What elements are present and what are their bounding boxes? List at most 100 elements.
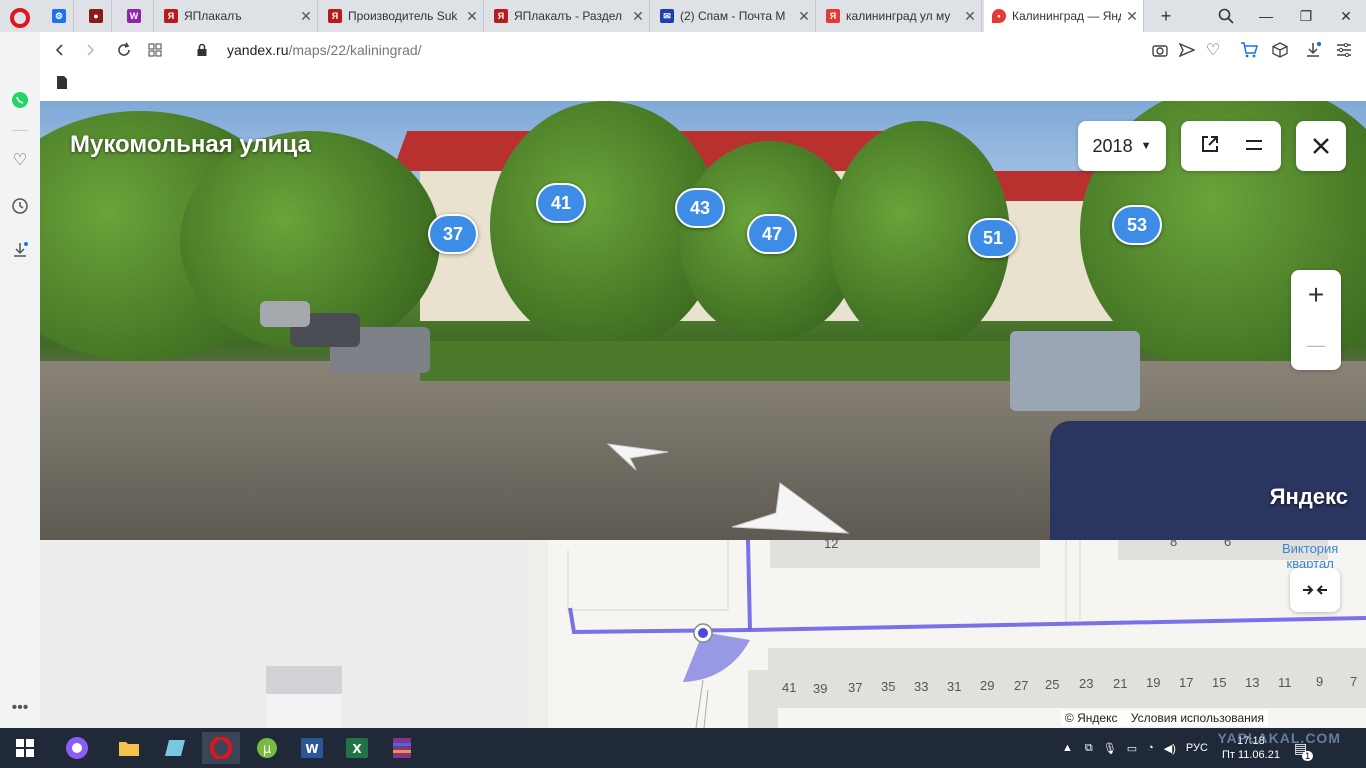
lock-icon[interactable]: [190, 38, 214, 62]
map-house-number: 41: [782, 680, 797, 695]
tray-expand-icon[interactable]: ▲: [1062, 742, 1073, 754]
tab-yandex-maps-active[interactable]: • Калининград — Янд ✕: [984, 0, 1144, 32]
nav-arrow-forward-icon[interactable]: [730, 481, 850, 540]
tray-app-icon[interactable]: ⧉: [1085, 742, 1093, 755]
windows-start-icon[interactable]: [6, 732, 44, 764]
file-explorer-icon[interactable]: [110, 732, 148, 764]
tab-pinned-2[interactable]: ●: [80, 0, 112, 32]
map-house-number: 8: [1170, 540, 1178, 549]
house-number-marker[interactable]: 47: [747, 214, 797, 254]
tab-mail[interactable]: ✉ (2) Спам - Почта М ✕: [652, 0, 816, 32]
tab-yandex-search[interactable]: Я калининград ул му ✕: [818, 0, 982, 32]
tab-title: Производитель Suk: [348, 9, 458, 23]
map-house-number: 17: [1179, 675, 1194, 690]
close-window-button[interactable]: ✕: [1326, 0, 1366, 32]
battery-icon[interactable]: ▭: [1127, 742, 1137, 755]
map-house-number: 37: [848, 680, 863, 695]
map-view[interactable]: 12 8 6 Виктория квартал 41 39 37 35 33 3…: [528, 540, 1366, 728]
word-icon[interactable]: W: [293, 732, 331, 764]
extension-cube-icon[interactable]: [1268, 38, 1292, 62]
placeholder-block: [266, 666, 342, 694]
district-label-line1: Виктория: [1282, 541, 1339, 556]
map-house-number: 39: [813, 681, 828, 696]
map-pin-icon: •: [992, 9, 1006, 23]
url-field[interactable]: yandex.ru/maps/22/kaliningrad/: [227, 42, 422, 58]
house-number-marker[interactable]: 41: [536, 183, 586, 223]
close-tab-icon[interactable]: ✕: [1121, 8, 1143, 25]
house-number-marker[interactable]: 51: [968, 218, 1018, 258]
volume-icon[interactable]: ◀): [1164, 742, 1176, 755]
whatsapp-icon[interactable]: [8, 88, 32, 112]
map-house-number: 19: [1146, 675, 1161, 690]
open-external-icon[interactable]: [1200, 134, 1220, 159]
zoom-control: + —: [1291, 270, 1341, 370]
svg-text:X: X: [352, 742, 362, 756]
address-bar: yandex.ru/maps/22/kaliningrad/ ♡: [40, 32, 1366, 68]
download-icon[interactable]: [1301, 38, 1325, 62]
search-tabs-icon[interactable]: [1206, 0, 1246, 32]
house-number-marker[interactable]: 37: [428, 214, 478, 254]
terms-link[interactable]: Условия использования: [1131, 711, 1264, 725]
map-side-panel: [40, 540, 528, 728]
easy-setup-icon[interactable]: [1332, 38, 1356, 62]
excel-icon[interactable]: X: [338, 732, 376, 764]
map-house-number: 25: [1045, 677, 1060, 692]
zoom-out-button[interactable]: —: [1307, 320, 1325, 370]
tab-yaplakal-1[interactable]: Я ЯПлакалъ ✕: [156, 0, 318, 32]
site-watermark: YAPLAKAL.COM: [1217, 730, 1341, 746]
reload-icon[interactable]: [112, 38, 136, 62]
menu-icon[interactable]: [1246, 137, 1262, 155]
close-tab-icon[interactable]: ✕: [793, 8, 815, 25]
house-number-marker[interactable]: 53: [1112, 205, 1162, 245]
opera-logo-icon[interactable]: [10, 8, 30, 28]
district-label[interactable]: Виктория квартал: [1282, 541, 1338, 571]
close-tab-icon[interactable]: ✕: [461, 8, 483, 25]
back-icon[interactable]: [48, 38, 72, 62]
close-tab-icon[interactable]: ✕: [959, 8, 981, 25]
alice-assistant-icon[interactable]: [58, 732, 96, 764]
collapse-panorama-button[interactable]: [1290, 568, 1340, 612]
close-tab-icon[interactable]: ✕: [295, 8, 317, 25]
yandex-logo: Яндекс: [1269, 484, 1348, 509]
microphone-icon[interactable]: 🎙: [1103, 742, 1117, 755]
tab-title: ЯПлакалъ: [184, 9, 242, 23]
browser-sidebar: ♡ •••: [0, 32, 40, 728]
shopping-cart-icon[interactable]: [1237, 38, 1261, 62]
bookmark-heart-icon[interactable]: ♡: [1201, 38, 1225, 62]
street-view-panorama[interactable]: Мукомольная улица 37 41 43 47 51 53 2018…: [40, 101, 1366, 540]
downloads-icon[interactable]: [8, 238, 32, 262]
parked-car: [1010, 331, 1140, 411]
tab-pinned-1[interactable]: ⚙: [44, 0, 74, 32]
maximize-button[interactable]: ❐: [1286, 0, 1326, 32]
winrar-icon[interactable]: [383, 732, 421, 764]
house-number-marker[interactable]: 43: [675, 188, 725, 228]
new-tab-button[interactable]: +: [1146, 0, 1186, 32]
map-footer: © Яндекс Условия использования: [1060, 710, 1268, 726]
tab-yaplakal-2[interactable]: Я Производитель Suk ✕: [320, 0, 484, 32]
language-indicator[interactable]: РУС: [1186, 742, 1208, 754]
tab-yaplakal-3[interactable]: Я ЯПлакалъ - Раздел ✕: [486, 0, 650, 32]
speed-dial-grid-icon[interactable]: [143, 38, 167, 62]
tab-title: (2) Спам - Почта М: [680, 9, 786, 23]
notes-app-icon[interactable]: [157, 732, 195, 764]
forward-icon[interactable]: [78, 38, 102, 62]
tab-pinned-3[interactable]: W: [118, 0, 154, 32]
favicon-icon: ⚙: [52, 9, 66, 23]
opera-taskbar-icon[interactable]: [202, 732, 240, 764]
file-icon[interactable]: [56, 75, 68, 95]
close-panorama-button[interactable]: [1296, 121, 1346, 171]
nav-arrow-left-icon[interactable]: [600, 436, 670, 476]
map-house-number: 7: [1350, 674, 1358, 689]
send-to-flow-icon[interactable]: [1175, 38, 1199, 62]
zoom-in-button[interactable]: +: [1308, 270, 1324, 320]
url-host: yandex.ru: [227, 42, 289, 58]
utorrent-icon[interactable]: µ: [248, 732, 286, 764]
minimize-button[interactable]: —: [1246, 0, 1286, 32]
snapshot-camera-icon[interactable]: [1148, 38, 1172, 62]
heart-icon[interactable]: ♡: [8, 148, 32, 172]
history-clock-icon[interactable]: [8, 194, 32, 218]
more-options-icon[interactable]: •••: [8, 696, 32, 720]
wifi-icon[interactable]: ◔: [1147, 742, 1154, 754]
year-select[interactable]: 2018 ▼: [1078, 121, 1166, 171]
close-tab-icon[interactable]: ✕: [627, 8, 649, 25]
